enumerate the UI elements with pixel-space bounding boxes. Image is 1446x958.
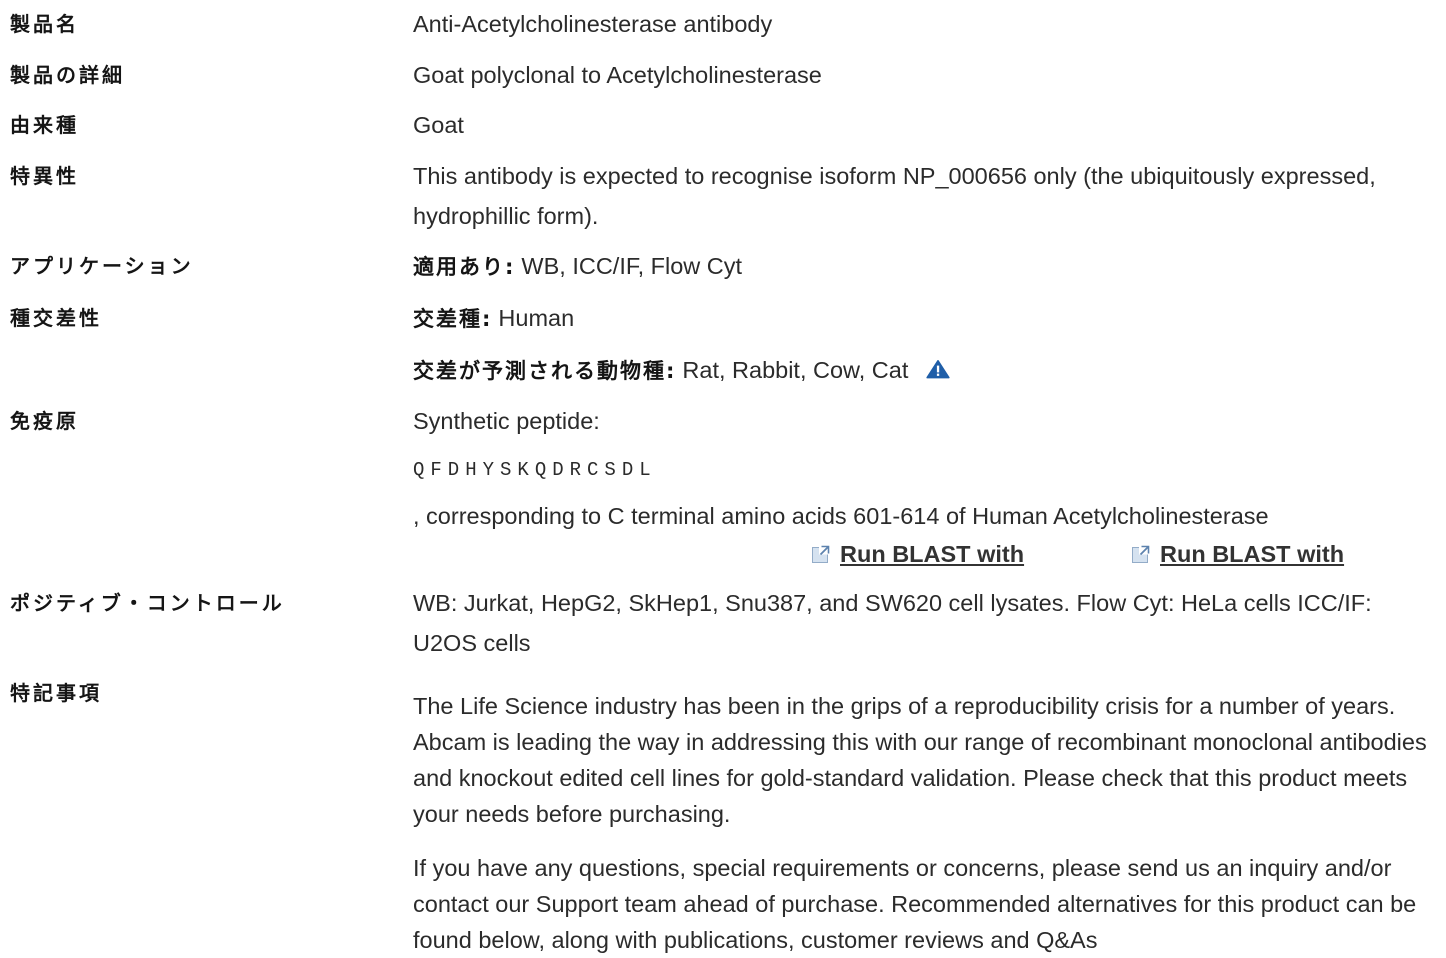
specificity-line: hydrophillic form). [413, 202, 599, 229]
field-label-description: 製品の詳細 [10, 62, 125, 87]
datasheet-table: 製品名 Anti-Acetylcholinesterase antibody 製… [0, 0, 1446, 958]
field-label-reactivity: 種交差性 [10, 305, 102, 330]
field-label-applications: アプリケーション [10, 254, 194, 278]
general-notes-paragraph: The Life Science industry has been in th… [413, 688, 1438, 832]
general-notes-line: and knockout edited cell lines for gold-… [413, 765, 1408, 791]
product-name-value: Anti-Acetylcholinesterase antibody [413, 11, 773, 37]
predicted-reactivity: 交差が予測される動物種: Rat, Rabbit, Cow, Cat [413, 350, 1438, 391]
specificity-line: This antibody is expected to recognise i… [413, 162, 1376, 189]
warning-triangle-icon[interactable] [926, 359, 950, 379]
external-link-icon [1132, 545, 1150, 563]
field-label-immunogen: 免疫原 [10, 409, 79, 433]
row-description: 製品の詳細 Goat polyclonal to Acetylcholinest… [0, 55, 1446, 95]
positive-control-line: WB: Jurkat, HepG2, SkHep1, Snu387, and S… [413, 589, 1372, 616]
row-applications: アプリケーション 適用あり: WB, ICC/IF, Flow Cyt [0, 246, 1446, 287]
immunogen-description: , corresponding to C terminal amino acid… [413, 503, 1269, 529]
row-immunogen: 免疫原 Synthetic peptide: QFDHYSKQDRCSDL , … [0, 401, 1446, 572]
tested-reactivity-value: Human [498, 304, 575, 331]
field-label-specificity: 特異性 [10, 163, 79, 188]
predicted-reactivity-value: Rat, Rabbit, Cow, Cat [682, 356, 909, 383]
specificity-value: This antibody is expected to recognise i… [413, 156, 1438, 236]
external-link-icon [812, 545, 830, 563]
row-general-notes: 特記事項 The Life Science industry has been … [0, 673, 1446, 958]
row-host-species: 由来種 Goat [0, 105, 1446, 145]
row-positive-control: ポジティブ・コントロール WB: Jurkat, HepG2, SkHep1, … [0, 583, 1446, 663]
general-notes-line: The Life Science industry has been in th… [413, 693, 1396, 719]
run-blast-label: Run BLAST with [840, 541, 1025, 567]
peptide-sequence: QFDHYSKQDRCSDL [413, 459, 657, 481]
row-specificity: 特異性 This antibody is expected to recogni… [0, 156, 1446, 236]
general-notes-line: contact our Support team ahead of purcha… [413, 891, 1417, 917]
field-label-positive-control: ポジティブ・コントロール [10, 590, 285, 615]
field-label-general-notes: 特記事項 [10, 681, 102, 705]
host-species-value: Goat [413, 112, 464, 138]
immunogen-intro: Synthetic peptide: [413, 408, 600, 434]
row-product-name: 製品名 Anti-Acetylcholinesterase antibody [0, 4, 1446, 44]
general-notes-line: found below, along with publications, cu… [413, 927, 1098, 953]
applications-list: WB, ICC/IF, Flow Cyt [521, 253, 743, 279]
field-label-host-species: 由来種 [10, 113, 79, 137]
run-blast-link[interactable]: Run BLAST with [812, 536, 1024, 572]
field-label-product-name: 製品名 [10, 12, 79, 36]
general-notes-line: Abcam is leading the way in addressing t… [413, 729, 1427, 755]
predicted-reactivity-key: 交差が予測される動物種: [413, 358, 677, 383]
product-description-value: Goat polyclonal to Acetylcholinesterase [413, 61, 822, 88]
reactivity-value: 交差種: Human 交差が予測される動物種: Rat, Rabbit, Cow, … [413, 298, 1438, 391]
row-reactivity: 種交差性 交差種: Human 交差が予測される動物種: Rat, Rabbit, … [0, 298, 1446, 391]
general-notes-line: your needs before purchasing. [413, 801, 731, 827]
run-blast-link[interactable]: Run BLAST with [1132, 536, 1344, 572]
general-notes-paragraph: If you have any questions, special requi… [413, 850, 1438, 958]
general-notes-line: If you have any questions, special requi… [413, 855, 1392, 881]
blast-links: Run BLAST with Run BLAST with [413, 536, 1438, 572]
tested-reactivity-key: 交差種: [413, 306, 493, 331]
immunogen-value: Synthetic peptide: QFDHYSKQDRCSDL , corr… [413, 401, 1438, 572]
general-notes-value: The Life Science industry has been in th… [413, 673, 1438, 958]
positive-control-line: U2OS cells [413, 629, 531, 656]
run-blast-label: Run BLAST with [1160, 541, 1345, 567]
applications-value: 適用あり: WB, ICC/IF, Flow Cyt [413, 246, 1438, 287]
tested-reactivity: 交差種: Human [413, 298, 1438, 339]
applications-key: 適用あり: [413, 255, 516, 279]
positive-control-value: WB: Jurkat, HepG2, SkHep1, Snu387, and S… [413, 583, 1438, 663]
